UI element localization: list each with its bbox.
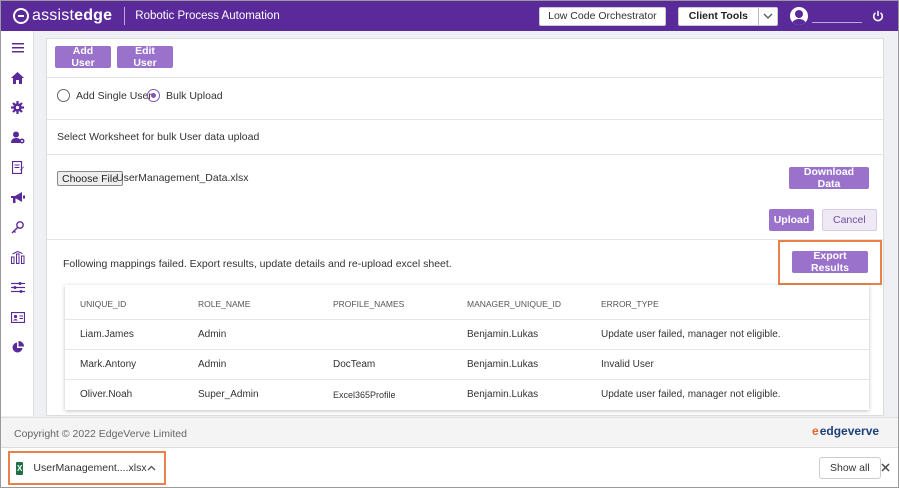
client-tools-dropdown[interactable]: Client Tools (677, 6, 778, 26)
edgeverve-logo-mark: e (812, 424, 819, 438)
add-single-user-radio[interactable]: Add Single User (57, 89, 152, 102)
column-header: MANAGER_UNIQUE_ID (467, 299, 561, 309)
show-all-button[interactable]: Show all (819, 457, 881, 479)
assistedge-logo[interactable]: assist edge (13, 7, 112, 25)
low-code-orchestrator-button[interactable]: Low Code Orchestrator (539, 6, 666, 26)
downloaded-file-item[interactable]: X UserManagement....xlsx (8, 451, 166, 485)
table-cell: Super_Admin (198, 389, 259, 400)
selected-file-name: UserManagement_Data.xlsx (116, 172, 249, 184)
app-window: assist edge Robotic Process Automation Lo… (0, 0, 899, 488)
analytics-icon[interactable] (9, 249, 26, 266)
failed-mappings-table: UNIQUE_ID ROLE_NAME PROFILE_NAMES MANAGE… (65, 285, 869, 410)
column-header: ROLE_NAME (198, 299, 251, 309)
upload-button[interactable]: Upload (769, 209, 814, 231)
filter-icon[interactable] (9, 279, 26, 296)
settings-icon[interactable] (9, 99, 26, 116)
download-data-button[interactable]: Download Data (789, 166, 869, 190)
radio-checked-icon (147, 89, 160, 102)
column-header: PROFILE_NAMES (333, 299, 405, 309)
assistedge-logo-icon (13, 8, 29, 24)
pie-chart-icon[interactable] (9, 339, 26, 356)
chevron-down-icon[interactable] (759, 13, 777, 19)
logo-text-assist: assist (32, 7, 75, 24)
table-row: Oliver.Noah Super_Admin Excel365Profile … (65, 379, 869, 409)
app-title: Robotic Process Automation (135, 10, 280, 22)
downloaded-file-name: UserManagement....xlsx (33, 462, 147, 474)
table-cell: Mark.Antony (80, 359, 137, 370)
table-cell: Oliver.Noah (80, 389, 133, 400)
logo-text-edge: edge (74, 7, 113, 24)
table-cell: Liam.James (80, 329, 134, 340)
table-row: Liam.James Admin Benjamin.Lukas Update u… (65, 319, 869, 349)
user-settings-icon[interactable] (9, 129, 26, 146)
bulk-upload-label: Bulk Upload (166, 89, 223, 102)
top-header: assist edge Robotic Process Automation Lo… (1, 1, 898, 31)
table-row: Mark.Antony Admin DocTeam Benjamin.Lukas… (65, 349, 869, 379)
add-single-user-label: Add Single User (76, 89, 152, 102)
column-header: ERROR_TYPE (601, 299, 659, 309)
upload-instruction: Select Worksheet for bulk User data uplo… (57, 131, 260, 143)
document-icon[interactable] (9, 159, 26, 176)
sidebar (1, 31, 34, 416)
browser-download-bar: X UserManagement....xlsx Show all (1, 447, 898, 487)
key-icon[interactable] (9, 219, 26, 236)
table-cell: Update user failed, manager not eligible… (601, 329, 781, 340)
table-cell: Update user failed, manager not eligible… (601, 389, 781, 400)
megaphone-icon[interactable] (9, 189, 26, 206)
table-cell: Admin (198, 359, 227, 370)
menu-icon[interactable] (9, 39, 26, 56)
excel-file-icon: X (16, 461, 24, 475)
close-icon[interactable] (878, 460, 892, 474)
edit-user-button[interactable]: Edit User (117, 45, 173, 69)
table-cell: Benjamin.Lukas (467, 329, 539, 340)
table-cell: Admin (198, 329, 227, 340)
radio-unchecked-icon (57, 89, 70, 102)
add-user-button[interactable]: Add User (55, 45, 111, 69)
user-avatar-icon[interactable] (790, 7, 808, 25)
copyright-text: Copyright © 2022 EdgeVerve Limited (14, 428, 187, 440)
user-name[interactable] (812, 9, 862, 23)
table-cell: Benjamin.Lukas (467, 359, 539, 370)
power-icon[interactable] (872, 10, 884, 22)
table-cell: Benjamin.Lukas (467, 389, 539, 400)
chevron-up-icon[interactable] (147, 465, 156, 471)
column-header: UNIQUE_ID (80, 299, 127, 309)
client-tools-label: Client Tools (679, 7, 759, 25)
bulk-upload-radio[interactable]: Bulk Upload (147, 89, 223, 102)
export-results-button[interactable]: Export Results (792, 250, 868, 274)
table-cell: Excel365Profile (333, 390, 396, 400)
header-divider (124, 7, 126, 25)
table-cell: Invalid User (601, 359, 654, 370)
page-footer: Copyright © 2022 EdgeVerve Limited e edg… (1, 417, 898, 447)
edgeverve-logo: e edgeverve (812, 424, 879, 438)
edgeverve-logo-text: edgeverve (819, 424, 880, 438)
id-card-icon[interactable] (9, 309, 26, 326)
choose-file-button[interactable]: Choose File (57, 171, 124, 186)
failure-message: Following mappings failed. Export result… (63, 258, 452, 270)
user-management-card: Add User Edit User Add Single User Bulk … (46, 38, 884, 416)
table-cell: DocTeam (333, 359, 376, 370)
home-icon[interactable] (9, 69, 26, 86)
cancel-button[interactable]: Cancel (822, 209, 877, 231)
